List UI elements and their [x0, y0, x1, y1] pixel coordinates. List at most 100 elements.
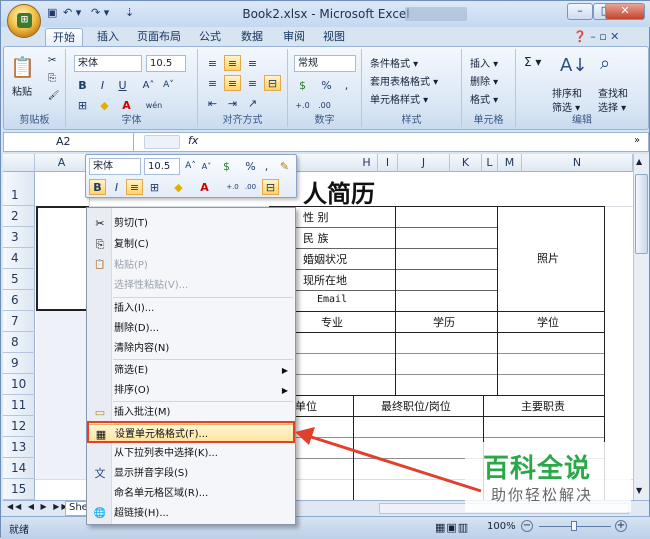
tab-view[interactable]: 视图 [319, 28, 349, 46]
merge-center-icon[interactable]: ⊟ [264, 75, 281, 91]
menu-item-paste[interactable]: 📋 粘贴(P) [88, 256, 294, 275]
menu-item-pick-from-list[interactable]: 从下拉列表中选择(K)... [88, 444, 294, 463]
name-box[interactable]: A2 [4, 133, 134, 151]
col-header-m[interactable]: M [498, 154, 522, 172]
zoom-level[interactable]: 100% [487, 521, 516, 532]
align-bottom-icon[interactable]: ≡ [244, 55, 261, 71]
mini-border-icon[interactable]: ⊞ [146, 179, 163, 195]
row-header-5[interactable]: 5 [3, 269, 35, 290]
delete-cells-button[interactable]: 删除 ▾ [470, 73, 498, 88]
italic-button[interactable]: I [94, 77, 111, 93]
font-family-select[interactable]: 宋体 [74, 55, 142, 72]
minimize-button[interactable]: – [567, 3, 593, 20]
align-left-icon[interactable]: ≡ [204, 75, 221, 91]
shrink-font-button[interactable]: A˅ [160, 77, 177, 93]
row-header-3[interactable]: 3 [3, 227, 35, 248]
mini-comma-button[interactable]: , [258, 158, 275, 174]
row-header-13[interactable]: 13 [3, 437, 35, 458]
zoom-in-button[interactable]: + [615, 520, 627, 532]
office-button[interactable]: ⊞ [7, 4, 41, 38]
view-buttons-icon[interactable]: ▦▣▥ [435, 521, 469, 534]
find-select-label-1[interactable]: 查找和 [598, 85, 628, 100]
zoom-slider-thumb[interactable] [571, 521, 577, 531]
mini-align-center-icon[interactable]: ≡ [126, 179, 143, 195]
col-header-i[interactable]: I [378, 154, 398, 172]
font-size-select[interactable]: 10.5 [146, 55, 186, 72]
align-middle-icon[interactable]: ≡ [224, 55, 241, 71]
row-header-14[interactable]: 14 [3, 458, 35, 479]
row-header-1[interactable]: 1 [3, 172, 35, 206]
menu-item-phonetic[interactable]: 文显示拼音字段(S) [88, 464, 294, 483]
row-header-15[interactable]: 15 [3, 479, 35, 500]
scroll-up-icon[interactable]: ▲ [636, 157, 642, 166]
tab-page-layout[interactable]: 页面布局 [133, 28, 185, 46]
mini-fill-color-icon[interactable]: ◆ [170, 179, 187, 195]
number-format-select[interactable]: 常规 [294, 55, 356, 72]
menu-item-hyperlink[interactable]: 🌐 超链接(H)... [88, 504, 294, 523]
expand-formula-icon[interactable]: » [634, 135, 640, 146]
menu-item-sort[interactable]: 排序(O) ▶ [88, 381, 294, 400]
mini-font-select[interactable]: 宋体 [89, 158, 141, 175]
col-header-n[interactable]: N [522, 154, 633, 172]
format-as-table-button[interactable]: 套用表格格式 ▾ [370, 73, 438, 88]
scroll-down-icon[interactable]: ▼ [636, 486, 642, 495]
align-center-icon[interactable]: ≡ [224, 75, 241, 91]
align-right-icon[interactable]: ≡ [244, 75, 261, 91]
underline-button[interactable]: U [114, 77, 131, 93]
col-header-h[interactable]: H [356, 154, 378, 172]
insert-cells-button[interactable]: 插入 ▾ [470, 55, 498, 70]
row-header-10[interactable]: 10 [3, 374, 35, 395]
sheet-nav-icons[interactable]: ◀◀ ◀ ▶ ▶▶ [7, 502, 70, 511]
sort-filter-label-1[interactable]: 排序和 [552, 85, 582, 100]
mini-grow-button[interactable]: A˄ [182, 158, 199, 174]
mini-font-color-icon[interactable]: A [196, 179, 213, 195]
sort-filter-icon[interactable]: A↓ [560, 55, 587, 76]
menu-item-delete[interactable]: 删除(D)... [88, 319, 294, 338]
row-header-11[interactable]: 11 [3, 395, 35, 416]
mini-merge-icon[interactable]: ⊟ [262, 179, 279, 195]
scroll-thumb[interactable] [635, 174, 648, 254]
cut-icon[interactable]: ✂ [48, 55, 56, 66]
vertical-scrollbar[interactable]: ▲ ▼ [633, 154, 649, 500]
tab-home[interactable]: 开始 [45, 28, 83, 46]
orientation-icon[interactable]: ↗ [244, 95, 261, 111]
col-header-j[interactable]: J [398, 154, 450, 172]
menu-item-clear[interactable]: 清除内容(N) [88, 339, 294, 358]
percent-button[interactable]: % [318, 77, 335, 93]
col-header-a[interactable]: A [35, 154, 89, 172]
mini-size-select[interactable]: 10.5 [144, 158, 180, 175]
mini-format-painter-icon[interactable]: ✎ [276, 158, 293, 174]
row-header-4[interactable]: 4 [3, 248, 35, 269]
find-select-icon[interactable]: ⌕ [600, 53, 610, 74]
copy-icon[interactable]: ⎘ [48, 73, 56, 84]
conditional-format-button[interactable]: 条件格式 ▾ [370, 55, 418, 70]
mini-decrease-decimal-icon[interactable]: .00 [242, 179, 259, 195]
tab-formulas[interactable]: 公式 [195, 28, 225, 46]
zoom-out-button[interactable]: − [521, 520, 533, 532]
row-header-6[interactable]: 6 [3, 290, 35, 311]
col-header-l[interactable]: L [482, 154, 498, 172]
row-header-7[interactable]: 7 [3, 311, 35, 332]
tab-insert[interactable]: 插入 [93, 28, 123, 46]
menu-item-insert[interactable]: 插入(I)... [88, 299, 294, 318]
mini-currency-icon[interactable]: $ [218, 158, 235, 174]
menu-item-cut[interactable]: ✂ 剪切(T) [88, 214, 294, 233]
row-header-2[interactable]: 2 [3, 206, 35, 227]
mini-percent-button[interactable]: % [242, 158, 259, 174]
format-painter-icon[interactable]: 🖌 [48, 91, 59, 101]
tab-review[interactable]: 审阅 [279, 28, 309, 46]
autosum-button[interactable]: Σ ▾ [524, 55, 541, 69]
close-button[interactable]: ✕ [605, 3, 645, 20]
tab-data[interactable]: 数据 [237, 28, 267, 46]
row-header-9[interactable]: 9 [3, 353, 35, 374]
row-header-12[interactable]: 12 [3, 416, 35, 437]
select-all-corner[interactable] [3, 154, 35, 172]
decrease-indent-icon[interactable]: ⇤ [204, 95, 221, 111]
menu-item-copy[interactable]: ⎘ 复制(C) [88, 235, 294, 254]
menu-item-filter[interactable]: 筛选(E) ▶ [88, 361, 294, 380]
increase-indent-icon[interactable]: ⇥ [224, 95, 241, 111]
col-header-k[interactable]: K [450, 154, 482, 172]
mini-italic-button[interactable]: I [108, 179, 125, 195]
currency-icon[interactable]: $ [294, 77, 311, 93]
cell-styles-button[interactable]: 单元格样式 ▾ [370, 91, 428, 106]
